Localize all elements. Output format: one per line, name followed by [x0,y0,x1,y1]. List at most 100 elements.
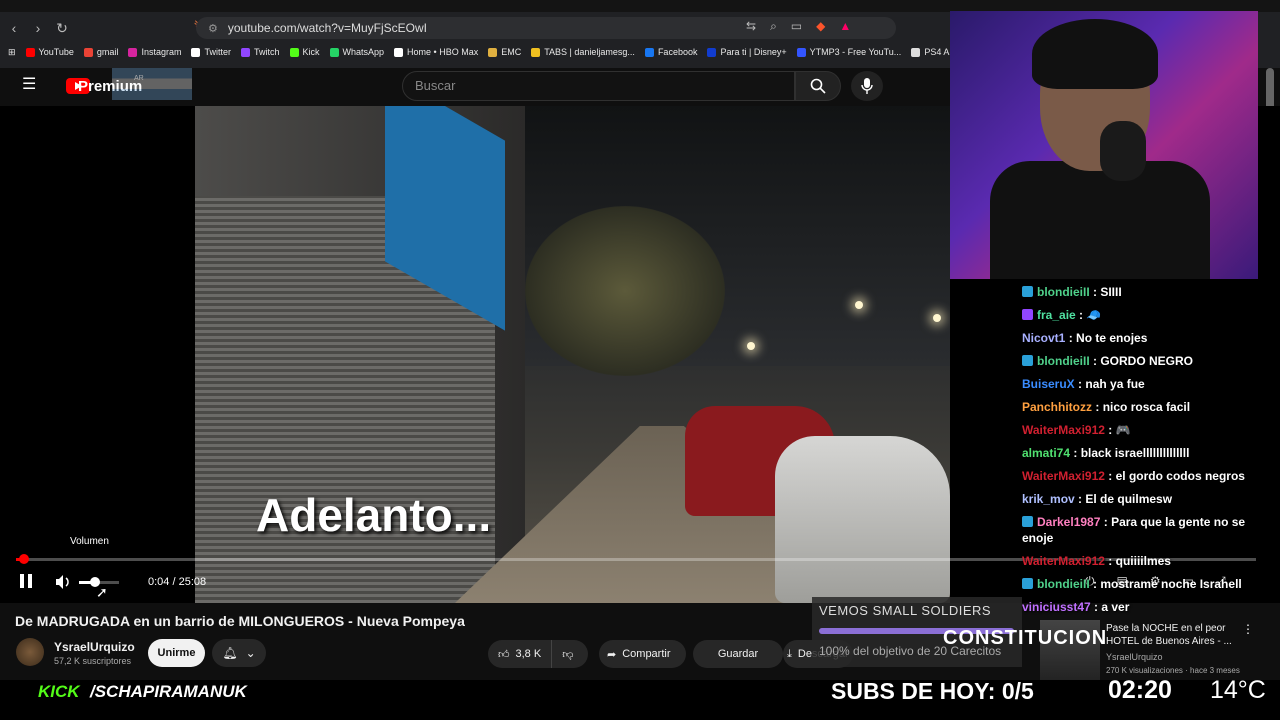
bookmark-item[interactable]: Kick [289,47,320,57]
bookmark-item[interactable]: gmail [83,47,118,57]
chat-message: fra_aie : 🧢 [1022,307,1260,323]
chat-separator: : [1092,400,1103,414]
chat-text: SIIII [1100,285,1122,299]
forward-icon[interactable]: › [28,18,48,38]
bookmark-favicon-icon [329,47,339,57]
brave-shield-icon[interactable]: ◆ [816,19,825,34]
chat-separator: : [1104,469,1116,483]
chat-text: black israellllllllllllll [1080,446,1190,460]
street-lamp [747,342,755,350]
search-button[interactable] [795,71,841,101]
chat-separator: : [1104,554,1116,568]
chat-username: viniciusst47 [1022,600,1091,614]
site-info-icon[interactable]: ⚙ [208,22,218,35]
chat-message: BuiseruX : nah ya fue [1022,376,1260,392]
bookmark-label: Instagram [141,47,182,57]
translate-icon[interactable]: ⇆ [746,19,756,34]
chat-username: BuiseruX [1022,377,1075,391]
chat-separator: : [1074,492,1086,506]
zoom-icon[interactable]: ⌕ [770,19,777,34]
chat-text: nico rosca facil [1102,400,1191,414]
chat-message: krik_mov : El de quilmesw [1022,491,1260,507]
bookmark-item[interactable]: Twitter [191,47,231,57]
webcam-microphone [1100,121,1146,181]
chat-badge-icon [1022,286,1033,297]
recommended-channel[interactable]: YsraelUrquizo [1106,652,1163,662]
bookmark-favicon-icon [128,47,138,57]
volume-tooltip: Volumen [70,536,109,547]
search-input[interactable]: Buscar [402,71,795,101]
chat-message: WaiterMaxi912 : quiiiilmes [1022,553,1260,569]
bookmarks-bar: ⊞ YouTube gmail Instagram Twitter Twitch Kick… [0,43,950,61]
notifications-button[interactable]: 🔔︎ ⌄ [212,639,266,667]
bookmark-item[interactable]: Facebook [644,47,697,57]
bookmark-item[interactable]: YouTube [25,47,74,57]
chat-message: WaiterMaxi912 : el gordo codos negros [1022,468,1260,484]
back-icon[interactable]: ‹ [4,18,24,38]
bookmark-item[interactable]: Home • HBO Max [394,47,478,57]
bookmark-favicon-icon [911,47,921,57]
chat-separator: : [1100,515,1112,529]
bookmark-item[interactable]: EMC [488,47,521,57]
bookmark-item[interactable]: TABS | danieljamesg... [531,47,635,57]
like-button[interactable]: 👍︎ 3,8 K [488,640,553,668]
like-count: 3,8 K [515,648,542,660]
bookmark-label: YouTube [38,47,74,57]
thumbs-up-icon: 👍︎ [498,648,510,661]
bookmark-label: EMC [501,47,522,57]
chat-badge-icon [1022,516,1033,527]
bookmark-favicon-icon [707,47,717,57]
chat-text: No te enojes [1076,331,1148,345]
bookmark-favicon-icon [25,47,35,57]
bookmark-favicon-icon [289,47,299,57]
dislike-button[interactable]: 👎︎ [552,648,583,661]
share-button[interactable]: ➦ Compartir [599,640,686,668]
pause-button[interactable] [20,574,34,590]
search-icon [810,78,826,94]
volume-icon[interactable] [55,574,71,590]
chat-text: GORDO NEGRO [1100,354,1194,368]
rewards-icon[interactable]: ▲ [839,19,851,34]
chat-separator: : [1090,600,1102,614]
bookmark-item[interactable]: Twitch [240,47,280,57]
chat-message: viniciusst47 : a ver [1022,599,1260,615]
bookmark-item[interactable]: Instagram [128,47,181,57]
like-dislike-group: 👍︎ 3,8 K 👎︎ [488,640,588,668]
reload-icon[interactable]: ↻ [52,18,72,38]
pause-icon [20,574,24,588]
chat-message: blondieiII : SIIII [1022,284,1260,300]
bookmark-favicon-icon [796,47,806,57]
chat-badge-icon [1022,355,1033,366]
join-button[interactable]: Unirme [148,639,205,667]
bookmark-item[interactable]: Para ti | Disney+ [707,47,787,57]
chat-message: blondieiII : mostrame noche Israhell [1022,576,1260,592]
chat-separator: : [1089,285,1101,299]
subscriber-count: 57,2 K suscriptores [54,656,132,666]
bookmark-favicon-icon [644,47,654,57]
bookmark-label: WhatsApp [342,47,385,57]
subs-today: SUBS DE HOY: 0/5 [831,678,1034,704]
bookmark-label: TABS | danieljamesg... [544,47,635,57]
chat-message: Panchhitozz : nico rosca facil [1022,399,1260,415]
chat-username: blondieiII [1037,354,1090,368]
voice-search-button[interactable] [851,71,883,101]
chat-badge-icon [1022,578,1033,589]
street-lamp [933,314,941,322]
chat-username: Panchhitozz [1022,400,1093,414]
bookmark-item[interactable]: WhatsApp [329,47,385,57]
cast-icon[interactable]: ▭ [791,19,802,34]
bookmark-item[interactable]: PS4 Archives - D [911,47,950,57]
bookmark-item[interactable]: YTMP3 - Free YouTu... [796,47,901,57]
video-title: De MADRUGADA en un barrio de MILONGUEROS… [15,613,465,629]
channel-avatar[interactable] [16,638,44,666]
progress-scrubber[interactable] [18,554,29,564]
chat-username: blondieiII [1037,285,1090,299]
channel-name[interactable]: YsraelUrquizo [54,640,135,654]
bookmark-favicon-icon [531,47,541,57]
video-white-car [775,436,950,603]
chat-message: almati74 : black israellllllllllllll [1022,445,1260,461]
bookmark-favicon-icon [488,47,498,57]
menu-icon[interactable]: ☰ [22,77,38,93]
save-button[interactable]: Guardar [693,640,783,668]
apps-icon[interactable]: ⊞ [8,47,16,58]
